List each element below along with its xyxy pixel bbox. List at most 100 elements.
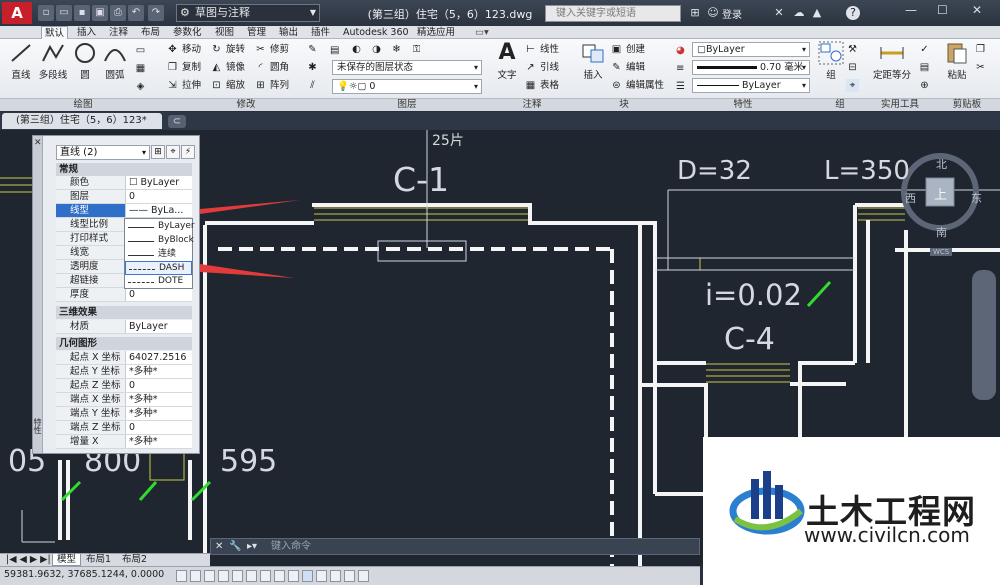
copy-tool[interactable]: ❐ 复制 xyxy=(166,60,201,75)
explode-tool[interactable]: ✱ xyxy=(306,60,322,75)
scale-tool[interactable]: ⊡ 缩放 xyxy=(210,78,245,93)
close-icon[interactable]: ✕ xyxy=(215,539,223,554)
erase-tool[interactable]: ✎ xyxy=(306,42,322,57)
ungroup-tool[interactable]: ⚒ xyxy=(846,42,862,57)
selection-select[interactable]: 直线 (2) xyxy=(56,145,150,160)
tab-insert[interactable]: 插入 xyxy=(74,26,99,39)
save-as-icon[interactable]: ▣ xyxy=(92,5,108,21)
clipboard-panel-title[interactable]: 剪贴板 xyxy=(934,98,1000,111)
tab-autodesk-360[interactable]: Autodesk 360 xyxy=(340,26,412,39)
linetype-option-dote[interactable]: DOTE xyxy=(125,275,192,289)
rotate-tool[interactable]: ↻ 旋转 xyxy=(210,42,245,57)
region-tool[interactable]: ◈ xyxy=(134,79,150,94)
edit-block-tool[interactable]: ✎ 编辑 xyxy=(610,60,645,75)
polar-icon[interactable] xyxy=(232,570,243,582)
tab-annotate[interactable]: 注释 xyxy=(106,26,131,39)
lineweight-select[interactable]: 0.70 毫米 xyxy=(692,60,810,75)
snap-icon[interactable] xyxy=(190,570,201,582)
utility-tool-1[interactable]: ✓ xyxy=(918,42,934,57)
prop-row-linetype[interactable]: 线型 —— ByLa... xyxy=(56,204,192,219)
transparency-icon[interactable] xyxy=(330,570,341,582)
help-icon[interactable]: ? xyxy=(846,6,860,20)
paste-button[interactable]: 粘贴 xyxy=(942,41,972,81)
tab-layout2[interactable]: 布局2 xyxy=(118,554,151,566)
utilities-panel-title[interactable]: 实用工具 xyxy=(866,98,934,111)
viewcube-top[interactable]: 上 xyxy=(934,184,947,203)
edit-attributes-tool[interactable]: ⊜ 编辑属性 xyxy=(610,78,664,93)
tab-featured-apps[interactable]: 精选应用 xyxy=(414,26,458,39)
tab-default[interactable]: 默认 xyxy=(41,26,69,39)
sc-icon[interactable] xyxy=(358,570,369,582)
layer-tool-2[interactable]: ◑ xyxy=(370,42,386,57)
maximize-icon[interactable]: ☐ xyxy=(937,3,948,17)
group-button[interactable]: 组 xyxy=(816,41,846,81)
new-tab-icon[interactable]: ⊂ xyxy=(168,115,186,128)
table-tool[interactable]: ▦ 表格 xyxy=(524,78,559,93)
binoculars-icon[interactable]: ⊞ xyxy=(688,6,702,20)
a360-icon[interactable]: ☁ xyxy=(792,6,806,20)
rectangle-tool[interactable]: ▭ xyxy=(134,43,150,58)
measure-button[interactable]: 定距等分 xyxy=(870,41,914,81)
trim-tool[interactable]: ✂ 修剪 xyxy=(254,42,289,57)
document-tab[interactable]: (第三组）住宅（5，6）123* xyxy=(2,113,162,129)
properties-panel-title[interactable]: 特性 xyxy=(672,98,814,111)
color-wheel-button[interactable]: ◕ xyxy=(676,42,685,57)
prop-row[interactable]: 颜色 ☐ ByLayer xyxy=(56,176,192,191)
tab-model[interactable]: 模型 xyxy=(52,554,82,566)
layer-tool-4[interactable]: ⚿ xyxy=(410,42,426,57)
command-input[interactable]: 键入命令 xyxy=(271,539,311,554)
minimize-icon[interactable]: — xyxy=(905,3,917,17)
lwt-icon[interactable] xyxy=(316,570,327,582)
user-icon[interactable]: ☺ xyxy=(706,6,720,20)
section-geometry[interactable]: 几何图形 xyxy=(56,337,192,350)
tab-layout[interactable]: 布局 xyxy=(138,26,163,39)
wcs-menu[interactable]: WCS xyxy=(930,248,953,256)
ducs-icon[interactable] xyxy=(288,570,299,582)
prop-row[interactable]: 起点 Y 坐标 *多种* xyxy=(56,365,192,380)
stretch-tool[interactable]: ⇲ 拉伸 xyxy=(166,78,201,93)
prop-row[interactable]: 起点 Z 坐标 0 xyxy=(56,379,192,394)
recent-commands-icon[interactable]: ▸▾ xyxy=(247,539,257,554)
login-button[interactable]: 登录 xyxy=(722,6,742,21)
wrench-icon[interactable]: 🔧 xyxy=(229,539,241,554)
utility-tool-2[interactable]: ▤ xyxy=(918,60,934,75)
prop-row[interactable]: 端点 Z 坐标 0 xyxy=(56,421,192,436)
prop-row[interactable]: 起点 X 坐标 64027.2516 xyxy=(56,351,192,366)
viewcube-east[interactable]: 东 xyxy=(971,190,982,206)
linear-dim-tool[interactable]: ⊢ 线性 xyxy=(524,42,559,57)
prop-row[interactable]: 材质 ByLayer xyxy=(56,320,192,335)
linetype-option-dash[interactable]: DASH xyxy=(125,261,192,275)
mirror-tool[interactable]: ◭ 镜像 xyxy=(210,60,245,75)
layer-tool-1[interactable]: ◐ xyxy=(350,42,366,57)
linetype-option-continuous[interactable]: 连续 xyxy=(125,248,192,262)
tab-plugins[interactable]: 插件 xyxy=(308,26,333,39)
workspace-select[interactable]: ⚙ 草图与注释 ▼ xyxy=(176,4,320,22)
line-button[interactable]: 直线 xyxy=(6,41,36,81)
new-icon[interactable]: ▫ xyxy=(38,5,54,21)
tab-output[interactable]: 输出 xyxy=(276,26,301,39)
print-icon[interactable]: ⎙ xyxy=(110,5,126,21)
linetype-select[interactable]: ByLayer xyxy=(692,78,810,93)
viewcube-north[interactable]: 北 xyxy=(936,156,947,172)
create-block-tool[interactable]: ▣ 创建 xyxy=(610,42,645,57)
list-button[interactable]: ☰ xyxy=(676,78,685,93)
groups-panel-title[interactable]: 组 xyxy=(814,98,866,111)
move-tool[interactable]: ✥ 移动 xyxy=(166,42,201,57)
osnap-icon[interactable] xyxy=(246,570,257,582)
hatch-tool[interactable]: ▦ xyxy=(134,61,150,76)
insert-block-button[interactable]: 插入 xyxy=(578,41,608,81)
linetype-option-bylayer[interactable]: ByLayer xyxy=(125,220,195,234)
color-select[interactable]: ▢ByLayer xyxy=(692,42,810,57)
otrack-icon[interactable] xyxy=(274,570,285,582)
leader-tool[interactable]: ↗ 引线 xyxy=(524,60,559,75)
command-line[interactable]: ✕ 🔧 ▸▾ 键入命令 xyxy=(210,538,700,555)
close-icon[interactable]: ✕ xyxy=(972,3,982,17)
search-input[interactable]: 键入关键字或短语 xyxy=(545,5,681,22)
qp-icon[interactable] xyxy=(344,570,355,582)
dyn-icon[interactable] xyxy=(302,570,313,582)
draw-panel-title[interactable]: 绘图 xyxy=(0,98,166,111)
copy-clip-tool[interactable]: ❐ xyxy=(974,42,990,57)
prop-row[interactable]: 增量 X *多种* xyxy=(56,435,192,450)
tab-view[interactable]: 视图 xyxy=(212,26,237,39)
group-select-tool[interactable]: ⌖ xyxy=(846,78,862,93)
